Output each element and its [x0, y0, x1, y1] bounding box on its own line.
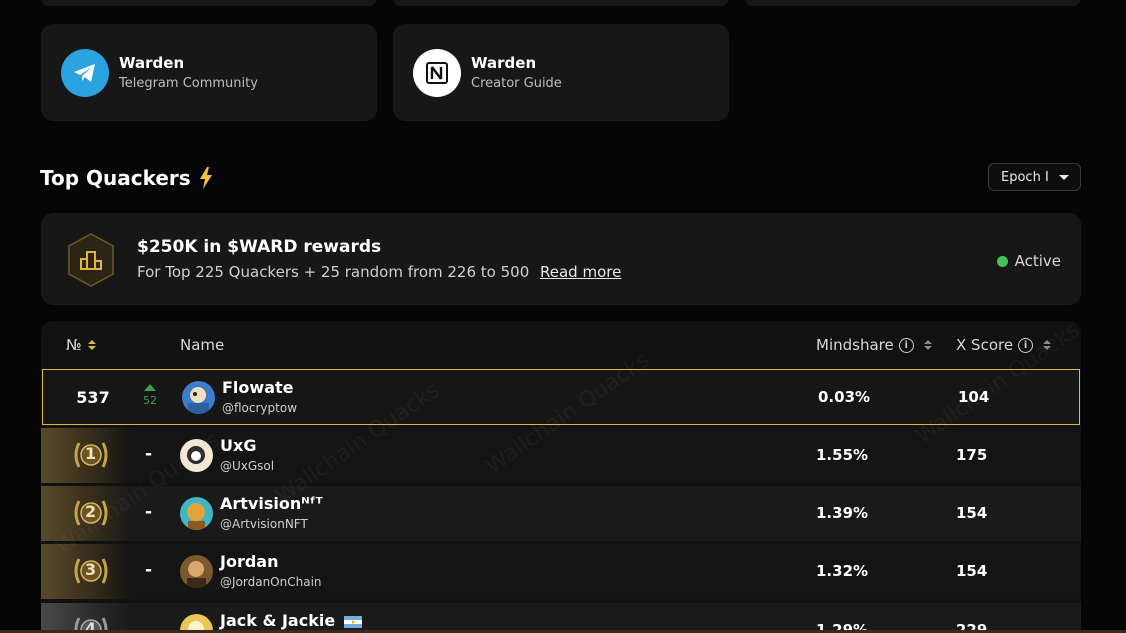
mindshare-value: 0.03% — [818, 388, 871, 406]
table-row[interactable]: 3 - Jordan @JordanOnChain 1.32% 154 — [41, 544, 1081, 599]
name-column-header: Name — [180, 336, 224, 354]
xscore-value: 154 — [956, 562, 988, 580]
lightning-icon — [199, 167, 212, 189]
xscore-header-label: X Score — [956, 336, 1014, 354]
rank-value: 1 — [85, 444, 97, 463]
card-stub-2[interactable] — [393, 0, 729, 6]
rank-value: 3 — [85, 560, 97, 579]
card-subtitle: Telegram Community — [119, 76, 258, 91]
mindshare-column-header[interactable]: Mindshare i — [816, 336, 932, 354]
card-subtitle: Creator Guide — [471, 76, 562, 91]
rank-change: 52 — [139, 384, 161, 407]
sort-icon — [87, 340, 96, 350]
current-user-row[interactable]: 537 52 Flowate @flocryptow 0.03% 104 — [42, 369, 1080, 425]
info-icon[interactable]: i — [898, 337, 914, 353]
avatar — [180, 439, 213, 472]
name-header-label: Name — [180, 336, 225, 354]
user-name-text: Jack & Jackie — [220, 611, 336, 630]
rewards-description: For Top 225 Quackers + 25 random from 22… — [137, 263, 621, 281]
section-title: Top Quackers — [40, 166, 213, 190]
notion-icon — [413, 48, 461, 97]
card-title: Warden — [119, 54, 185, 72]
status-text: Active — [1014, 252, 1061, 270]
sort-icon — [1043, 340, 1052, 350]
argentina-flag-icon — [343, 615, 362, 628]
epoch-select-value: Epoch I — [1001, 169, 1049, 185]
info-icon[interactable]: i — [1018, 337, 1034, 353]
medal-badge: 3 — [41, 544, 131, 599]
user-handle: @UxGsol — [220, 459, 275, 473]
section-title-text: Top Quackers — [40, 166, 191, 190]
medal-badge: 4 — [41, 603, 131, 633]
sort-icon — [923, 340, 932, 350]
rank-value: 537 — [76, 388, 110, 407]
table-row[interactable]: 2 - Artvisionᴺᶠᵀ @ArtvisionNFT 1.39% 154 — [41, 486, 1081, 541]
podium-icon — [68, 233, 114, 287]
rank-change: - — [145, 502, 153, 522]
table-header: № Name Mindshare i X Score i — [41, 321, 1081, 369]
rewards-title: $250K in $WARD rewards — [137, 237, 382, 257]
arrow-up-icon — [144, 384, 156, 391]
card-stub-1[interactable] — [41, 0, 377, 6]
rewards-banner: $250K in $WARD rewards For Top 225 Quack… — [41, 213, 1081, 305]
user-handle: @ArtvisionNFT — [220, 517, 308, 531]
telegram-icon — [61, 48, 109, 97]
leaderboard-table: № Name Mindshare i X Score i 537 52 Flow… — [41, 321, 1081, 633]
user-handle: @JordanOnChain — [220, 575, 322, 589]
mindshare-value: 1.32% — [816, 562, 869, 580]
avatar — [180, 555, 213, 588]
telegram-community-card[interactable]: Warden Telegram Community — [41, 24, 377, 121]
status-dot — [996, 255, 1008, 267]
rank-change: - — [145, 444, 153, 464]
mindshare-value: 1.55% — [816, 446, 869, 464]
table-row[interactable]: 4 Jack & Jackie 1.29% 229 — [41, 603, 1081, 633]
avatar — [180, 497, 213, 530]
mindshare-header-label: Mindshare — [816, 336, 894, 354]
user-name[interactable]: Flowate — [222, 378, 293, 397]
xscore-value: 175 — [956, 446, 988, 464]
epoch-select[interactable]: Epoch I — [988, 163, 1081, 191]
card-title: Warden — [471, 54, 537, 72]
medal-badge: 1 — [41, 428, 131, 483]
rank-value: 2 — [85, 502, 97, 521]
xscore-column-header[interactable]: X Score i — [956, 336, 1052, 354]
user-handle: @flocryptow — [222, 401, 298, 415]
card-stub-3[interactable] — [745, 0, 1081, 6]
xscore-value: 154 — [956, 504, 988, 522]
user-name[interactable]: Artvisionᴺᶠᵀ — [220, 494, 323, 513]
rewards-description-text: For Top 225 Quackers + 25 random from 22… — [137, 263, 530, 281]
rank-change: - — [145, 560, 153, 580]
xscore-value: 104 — [958, 388, 990, 406]
creator-guide-card[interactable]: Warden Creator Guide — [393, 24, 729, 121]
mindshare-value: 1.39% — [816, 504, 869, 522]
user-name[interactable]: Jordan — [220, 552, 278, 571]
chevron-down-icon — [1058, 174, 1069, 180]
medal-badge: 2 — [41, 486, 131, 541]
rank-column-header[interactable]: № — [66, 336, 96, 354]
status-badge: Active — [996, 252, 1061, 270]
rank-change-value: 52 — [143, 394, 157, 407]
rank-header-label: № — [66, 336, 82, 354]
user-name[interactable]: Jack & Jackie — [220, 611, 362, 630]
table-row[interactable]: 1 - UxG @UxGsol 1.55% 175 — [41, 428, 1081, 483]
avatar — [182, 381, 215, 414]
read-more-link[interactable]: Read more — [540, 263, 621, 281]
user-name[interactable]: UxG — [220, 436, 256, 455]
